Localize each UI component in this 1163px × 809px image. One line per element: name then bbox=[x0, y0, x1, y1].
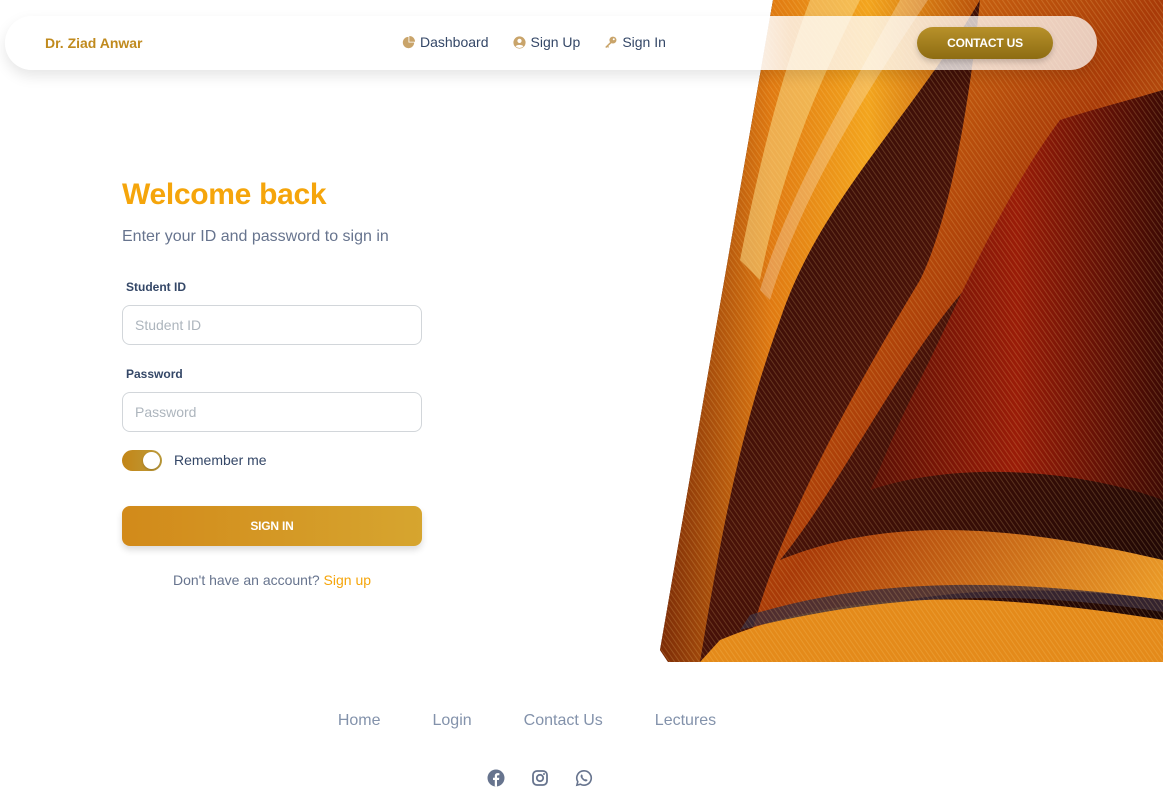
sign-in-button[interactable]: SIGN IN bbox=[122, 506, 422, 546]
remember-me-label[interactable]: Remember me bbox=[174, 452, 267, 468]
user-circle-icon bbox=[512, 35, 526, 49]
toggle-knob bbox=[143, 452, 160, 469]
nav-sign-in-label: Sign In bbox=[622, 34, 666, 50]
contact-us-button[interactable]: CONTACT US bbox=[917, 27, 1053, 59]
footer-link-home[interactable]: Home bbox=[338, 712, 381, 730]
password-label: Password bbox=[126, 367, 183, 381]
nav-links: Dashboard Sign Up Sign In bbox=[402, 34, 690, 50]
student-id-label: Student ID bbox=[126, 280, 186, 294]
pie-chart-icon bbox=[402, 35, 415, 48]
footer-link-contact-us[interactable]: Contact Us bbox=[524, 712, 603, 730]
nav-sign-up[interactable]: Sign Up bbox=[512, 34, 581, 50]
password-input[interactable] bbox=[122, 392, 422, 432]
page-subtitle: Enter your ID and password to sign in bbox=[122, 228, 389, 245]
social-links bbox=[487, 769, 619, 787]
whatsapp-icon[interactable] bbox=[575, 769, 593, 787]
nav-dashboard-label: Dashboard bbox=[420, 34, 489, 50]
top-navbar: Dr. Ziad Anwar Dashboard Sign Up Sign In… bbox=[5, 16, 1097, 70]
instagram-icon[interactable] bbox=[531, 769, 549, 787]
hero-abstract-image bbox=[660, 0, 1163, 662]
key-icon bbox=[605, 36, 617, 48]
no-account-text: Don't have an account? bbox=[172, 572, 320, 588]
footer-link-lectures[interactable]: Lectures bbox=[655, 712, 716, 730]
facebook-icon[interactable] bbox=[487, 769, 505, 787]
footer-links: Home Login Contact Us Lectures bbox=[0, 712, 1054, 730]
sign-up-link[interactable]: Sign up bbox=[324, 572, 371, 588]
nav-sign-in[interactable]: Sign In bbox=[604, 34, 666, 50]
footer-link-login[interactable]: Login bbox=[433, 712, 472, 730]
signup-prompt: Don't have an account? Sign up bbox=[122, 572, 422, 588]
brand-name[interactable]: Dr. Ziad Anwar bbox=[45, 35, 143, 51]
nav-dashboard[interactable]: Dashboard bbox=[402, 34, 489, 50]
nav-sign-up-label: Sign Up bbox=[530, 34, 581, 50]
student-id-input[interactable] bbox=[122, 305, 422, 345]
remember-me-toggle[interactable] bbox=[122, 450, 162, 471]
page-title: Welcome back bbox=[122, 178, 327, 211]
